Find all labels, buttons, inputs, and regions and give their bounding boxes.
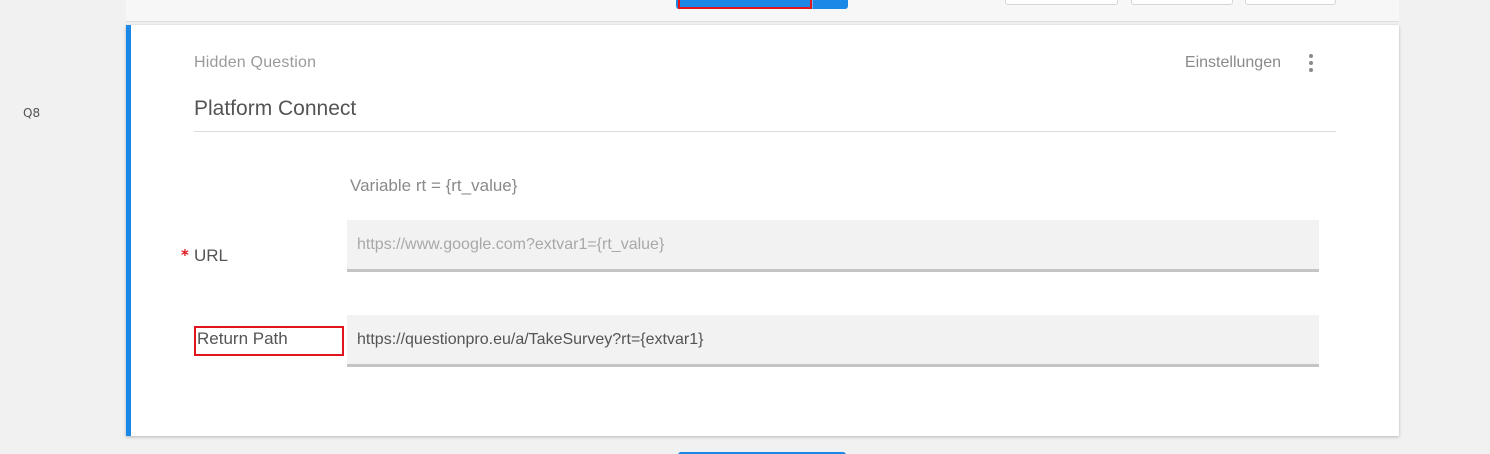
highlight-box <box>678 0 812 9</box>
settings-link[interactable]: Einstellungen <box>1185 54 1281 72</box>
toolbar-button[interactable] <box>1005 0 1118 5</box>
title-divider <box>194 131 1336 132</box>
add-question-button[interactable] <box>676 0 848 9</box>
return-path-label: Return Path <box>197 329 288 348</box>
toolbar-button[interactable] <box>1245 0 1336 5</box>
question-card[interactable]: Hidden Question Einstellungen Platform C… <box>126 25 1399 436</box>
question-number: Q8 <box>23 106 41 120</box>
required-marker: * <box>181 246 189 264</box>
variable-hint: Variable rt = {rt_value} <box>350 176 518 195</box>
toolbar-button[interactable] <box>1131 0 1233 5</box>
url-label: URL <box>194 246 229 265</box>
question-title[interactable]: Platform Connect <box>194 97 356 121</box>
button-divider <box>812 0 813 9</box>
return-path-input[interactable] <box>347 315 1319 367</box>
survey-editor: Q8 Hidden Question Einstellungen Platfor… <box>0 0 1490 454</box>
question-type-label: Hidden Question <box>194 54 317 71</box>
more-vertical-icon[interactable] <box>1303 51 1319 75</box>
url-input[interactable] <box>347 220 1319 272</box>
